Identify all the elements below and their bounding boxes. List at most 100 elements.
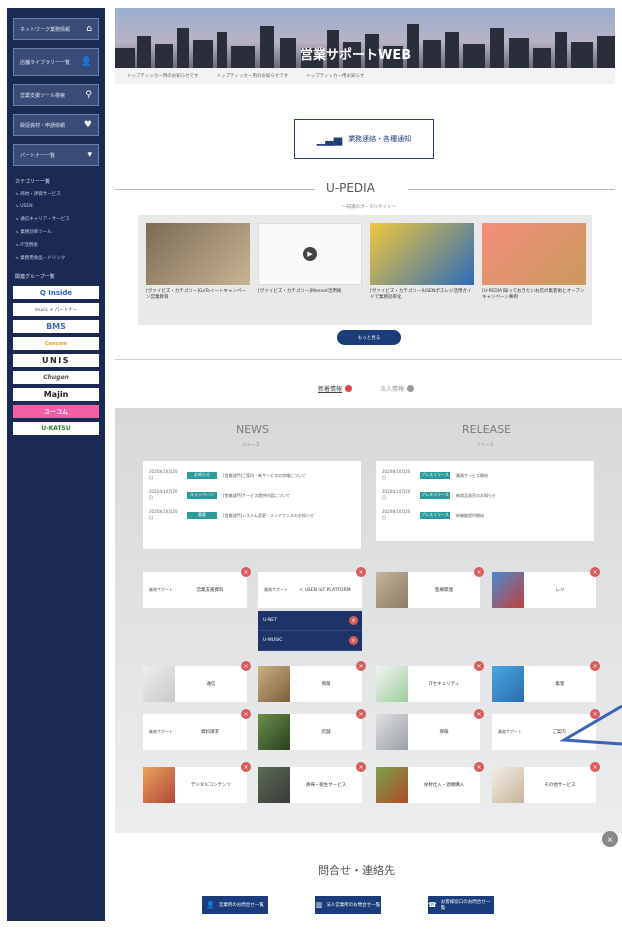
sidebar-button-partners[interactable]: パートナー一覧 ▾: [13, 144, 99, 166]
upedia-carousel: [ヴァイビズ・カテゴリー]GoToイートキャンペーン営業教育 ▶ [ヴァイビズ・…: [138, 215, 592, 325]
service-tile[interactable]: 業務サポート 資料請求 ×: [143, 709, 251, 750]
contact-button-sales[interactable]: 👤 営業所のお問合せ一覧: [202, 896, 268, 914]
service-tile[interactable]: デジタルコンテンツ ×: [143, 762, 251, 803]
close-icon[interactable]: ×: [356, 762, 366, 772]
tab-label: 新着情報: [318, 386, 343, 393]
category-link[interactable]: ↘ 商材・評価サービス: [15, 191, 99, 197]
service-tile[interactable]: 店舗 ×: [258, 709, 366, 750]
close-icon[interactable]: ×: [241, 762, 251, 772]
close-icon[interactable]: ×: [474, 567, 484, 577]
category-link[interactable]: ↘ 業務用食品・ドリンク: [15, 255, 99, 261]
close-icon[interactable]: ×: [474, 762, 484, 772]
upedia-card[interactable]: [ヴァイビズ・カテゴリー]USENポスレジ活用ガイドで業務効率化: [370, 223, 474, 321]
upedia-card[interactable]: [ヴァイビズ・カテゴリー]GoToイートキャンペーン営業教育: [146, 223, 250, 321]
service-tile[interactable]: 業務サポート < USEN IoT PLATFORM ×: [258, 567, 366, 608]
service-tile[interactable]: 情報 ×: [258, 661, 366, 702]
building-icon: ▥: [315, 901, 323, 909]
release-item[interactable]: 2020年10月20日 プレスリリース 新機能提供開始: [382, 509, 588, 521]
sidebar-button-network[interactable]: ネットワーク業務情報 ⌂: [13, 18, 99, 40]
close-icon[interactable]: ×: [474, 709, 484, 719]
annotation-arrow: [560, 704, 622, 746]
service-tile[interactable]: 集客 ×: [492, 661, 600, 702]
platform-submenu: U-NET × U-MUSIC ×: [258, 611, 362, 651]
group-logo[interactable]: UNIS: [13, 354, 99, 367]
service-tile[interactable]: 医療関連 ×: [376, 567, 484, 608]
release-item[interactable]: 2020年10月20日 プレスリリース 業務サービス開始: [382, 469, 588, 481]
contact-button-corporate[interactable]: ▥ 法人営業所のお問合せ一覧: [315, 896, 381, 914]
news-text: [営業部門]サービス提供内容について: [223, 492, 291, 498]
service-tile[interactable]: 保険 ×: [376, 709, 484, 750]
report-button[interactable]: ▁▃▅ 業務連絡・各種通知: [294, 119, 434, 159]
bar-chart-icon: ▁▃▅: [316, 132, 343, 146]
tile-label: 情報: [321, 682, 331, 687]
contact-button-customer[interactable]: ☎ お客様窓口のお問合せ一覧: [428, 896, 494, 914]
upedia-card[interactable]: [U-PEDIA]知っておきたいお店の集客術とオープンキャンペーン事例: [482, 223, 586, 321]
release-item[interactable]: 2020年10月20日 プレスリリース 新商品発売のお知らせ: [382, 489, 588, 501]
tile-label: ITセキュリティ: [428, 682, 460, 687]
close-icon[interactable]: ×: [590, 661, 600, 671]
ticker-link[interactable]: トップティッカー用のお知らせです: [127, 73, 199, 79]
release-date: 2020年10月20日: [382, 489, 411, 500]
tab-new[interactable]: 新着情報: [318, 384, 353, 393]
close-icon[interactable]: ×: [241, 661, 251, 671]
tile-label: その他サービス: [544, 783, 576, 788]
close-icon[interactable]: ×: [590, 762, 600, 772]
see-more-button[interactable]: もっと見る: [337, 330, 401, 345]
tab-corporate[interactable]: 法人情報: [380, 384, 415, 393]
category-link[interactable]: ↘ IT活用術: [15, 242, 99, 248]
service-tile[interactable]: 食材仕入・酒類購入 ×: [376, 762, 484, 803]
close-icon[interactable]: ×: [590, 567, 600, 577]
group-logo[interactable]: ユーコム: [13, 405, 99, 418]
submenu-item[interactable]: U-MUSIC ×: [258, 631, 362, 651]
service-tile[interactable]: 通信 ×: [143, 661, 251, 702]
close-icon[interactable]: ×: [241, 709, 251, 719]
play-icon[interactable]: ▶: [303, 247, 317, 261]
tab-label: 法人情報: [380, 386, 405, 393]
service-tile[interactable]: その他サービス ×: [492, 762, 600, 803]
news-item[interactable]: 2020年10月20日 お知らせ [営業部門]ご案内・新サービスの詳細について: [149, 469, 355, 481]
submenu-label: U-NET: [263, 618, 277, 623]
scroll-top-button[interactable]: ×: [602, 831, 618, 847]
group-logo[interactable]: Cancom: [13, 337, 99, 350]
sidebar: ネットワーク業務情報 ⌂ 店舗ライブラリー一覧 👤 営業支援ツール検索 ⚲ 販促…: [7, 8, 105, 921]
group-logo[interactable]: U-KATSU: [13, 422, 99, 435]
service-tile[interactable]: ITセキュリティ ×: [376, 661, 484, 702]
service-tile[interactable]: 清掃・衛生サービス ×: [258, 762, 366, 803]
close-icon[interactable]: ×: [356, 709, 366, 719]
close-icon[interactable]: ×: [241, 567, 251, 577]
group-heading: 関連グループ一覧: [15, 274, 55, 280]
close-icon[interactable]: ×: [356, 567, 366, 577]
close-icon[interactable]: ×: [349, 636, 358, 645]
sidebar-button-materials[interactable]: 販促資材・申請依頼 ♥: [13, 114, 99, 136]
news-item[interactable]: 2020年10月20日 重要 [営業部門]システム変更・メンテナンスのお知らせ: [149, 509, 355, 521]
ticker-link[interactable]: トップティッカー用のお知らせです: [217, 73, 289, 79]
news-item[interactable]: 2020年10月20日 キャンペーン [営業部門]サービス提供内容について: [149, 489, 355, 501]
person-icon: 👤: [80, 56, 92, 67]
close-icon[interactable]: ×: [474, 661, 484, 671]
service-tile[interactable]: レジ ×: [492, 567, 600, 608]
upedia-card[interactable]: ▶ [ヴァイビズ・カテゴリー]Mennet活用術: [258, 223, 362, 321]
close-icon[interactable]: ×: [356, 661, 366, 671]
card-thumbnail: [482, 223, 586, 285]
service-tile[interactable]: 業務サポート 営業支援資料 ×: [143, 567, 251, 608]
category-link[interactable]: ↘ 通信キャリア・サービス: [15, 216, 99, 222]
category-link[interactable]: ↘ USEN: [15, 204, 99, 209]
sidebar-button-label: 店舗ライブラリー一覧: [20, 59, 71, 66]
tile-label: 医療関連: [435, 588, 453, 593]
tile-label: 集客: [555, 682, 565, 687]
close-icon[interactable]: ×: [349, 616, 358, 625]
group-logo[interactable]: music + パートナー: [13, 303, 99, 316]
news-badge: 重要: [187, 511, 217, 519]
category-link[interactable]: ↘ 業務効率ツール: [15, 229, 99, 235]
sidebar-button-search[interactable]: 営業支援ツール検索 ⚲: [13, 84, 99, 106]
sidebar-button-library[interactable]: 店舗ライブラリー一覧 👤: [13, 48, 99, 76]
group-logo[interactable]: Chugen: [13, 371, 99, 384]
divider: [115, 359, 622, 360]
submenu-item[interactable]: U-NET ×: [258, 611, 362, 631]
group-logo[interactable]: Q Inside: [13, 286, 99, 299]
ticker-link[interactable]: トップティッカー用お知らせ: [306, 73, 364, 79]
upedia-subtitle: 〜知識のポータルサイト〜: [342, 205, 396, 210]
group-logo[interactable]: Majin: [13, 388, 99, 401]
group-logo[interactable]: BMS: [13, 320, 99, 333]
report-button-label: 業務連絡・各種通知: [348, 135, 412, 143]
